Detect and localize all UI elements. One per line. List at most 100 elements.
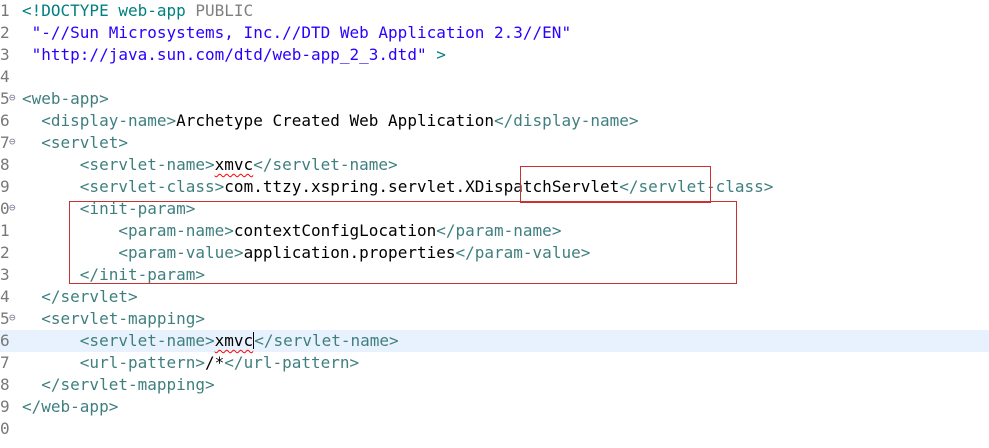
line-number: 2 xyxy=(0,23,10,42)
code-line[interactable]: 7 ⊖ <servlet> xyxy=(0,132,989,154)
code-line[interactable]: 1 <!DOCTYPE web-app PUBLIC xyxy=(0,0,989,22)
code-token: "http://java.sun.com/dtd/web-app_2_3.dtd… xyxy=(22,45,437,64)
line-number: 4 xyxy=(0,67,10,86)
fold-toggle-icon[interactable]: ⊖ xyxy=(9,198,16,218)
code-token: </web-app> xyxy=(22,397,119,416)
line-code: <display-name>Archetype Created Web Appl… xyxy=(22,110,639,132)
line-number: 8 xyxy=(0,155,10,174)
line-number: 8 xyxy=(0,375,10,394)
code-token: <servlet> xyxy=(41,133,128,152)
line-code: <servlet-name>xmvc</servlet-name> xyxy=(22,330,399,352)
code-line[interactable]: 8 <servlet-name>xmvc</servlet-name> xyxy=(0,154,989,176)
code-token: PUBLIC xyxy=(195,1,254,20)
line-code: "-//Sun Microsystems, Inc.//DTD Web Appl… xyxy=(22,22,571,44)
code-token: xmvc xyxy=(214,155,254,174)
code-line[interactable]: 6 <display-name>Archetype Created Web Ap… xyxy=(0,110,989,132)
line-number: 9 xyxy=(0,177,10,196)
code-token: </url-pattern> xyxy=(224,353,360,372)
code-token: </servlet-name> xyxy=(254,331,399,350)
code-line[interactable]: 9 <servlet-class>com.ttzy.xspring.servle… xyxy=(0,176,989,198)
code-token: /* xyxy=(205,353,225,372)
code-token: <servlet-class> xyxy=(79,177,225,196)
code-line[interactable]: 1 <param-name>contextConfigLocation</par… xyxy=(0,220,989,242)
line-code: <servlet-mapping> xyxy=(22,308,205,330)
code-line[interactable]: 5 ⊖ <servlet-mapping> xyxy=(0,308,989,330)
code-token: </servlet> xyxy=(41,287,138,306)
line-code: </web-app> xyxy=(22,396,118,418)
code-line-current[interactable]: 6 <servlet-name>xmvc</servlet-name> xyxy=(0,330,989,352)
line-code: <url-pattern>/*</url-pattern> xyxy=(22,352,359,374)
code-token: <param-name> xyxy=(118,221,234,240)
code-line[interactable]: 2 <param-value>application.properties</p… xyxy=(0,242,989,264)
code-token: <servlet-name> xyxy=(79,331,215,350)
code-token: </init-param> xyxy=(79,265,206,284)
code-token: </servlet-mapping> xyxy=(41,375,215,394)
code-token: </servlet-class> xyxy=(619,177,774,196)
code-token: Archetype Created Web Application xyxy=(176,111,495,130)
line-code: <!DOCTYPE web-app PUBLIC xyxy=(22,0,253,22)
line-number: 6 xyxy=(0,111,10,130)
code-token: <init-param> xyxy=(79,199,196,218)
line-number: 1 xyxy=(0,1,10,20)
code-token: <servlet-name> xyxy=(79,155,215,174)
code-token: contextConfigLocation xyxy=(233,221,437,240)
code-token: <web-app> xyxy=(22,89,109,108)
code-token: <display-name> xyxy=(41,111,177,130)
line-code: <servlet> xyxy=(22,132,128,154)
line-code: <init-param> xyxy=(22,198,196,220)
fold-toggle-icon[interactable]: ⊖ xyxy=(9,88,16,108)
line-code: <servlet-class>com.ttzy.xspring.servlet.… xyxy=(22,176,774,198)
code-line[interactable]: 3 "http://java.sun.com/dtd/web-app_2_3.d… xyxy=(0,44,989,66)
code-token: <servlet-mapping> xyxy=(41,309,206,328)
line-code: </init-param> xyxy=(22,264,205,286)
line-code: </servlet> xyxy=(22,286,138,308)
code-line[interactable]: 0 ⊖ <init-param> xyxy=(0,198,989,220)
line-code: <web-app> xyxy=(22,88,109,110)
code-token: <!DOCTYPE web-app xyxy=(22,1,196,20)
code-token: <param-value> xyxy=(118,243,244,262)
line-code: <param-name>contextConfigLocation</param… xyxy=(22,220,561,242)
code-line[interactable]: 0 xyxy=(0,418,989,440)
line-number: 3 xyxy=(0,45,10,64)
line-number: 9 xyxy=(0,397,10,416)
code-token: <url-pattern> xyxy=(79,353,206,372)
code-line[interactable]: 4 </servlet> xyxy=(0,286,989,308)
code-line[interactable]: 3 </init-param> xyxy=(0,264,989,286)
line-number: 2 xyxy=(0,243,10,262)
fold-toggle-icon[interactable]: ⊖ xyxy=(9,308,16,328)
code-line[interactable]: 2 "-//Sun Microsystems, Inc.//DTD Web Ap… xyxy=(0,22,989,44)
code-token: xmvc xyxy=(214,331,254,350)
line-number: 3 xyxy=(0,265,10,284)
code-token: </param-name> xyxy=(436,221,562,240)
code-line[interactable]: 5 ⊖ <web-app> xyxy=(0,88,989,110)
code-token: > xyxy=(436,45,446,64)
fold-toggle-icon[interactable]: ⊖ xyxy=(9,132,16,152)
code-line[interactable]: 9 </web-app> xyxy=(0,396,989,418)
code-token: application.properties xyxy=(243,243,456,262)
line-code: <param-value>application.properties</par… xyxy=(22,242,590,264)
code-line[interactable]: 4 xyxy=(0,66,989,88)
line-number: 6 xyxy=(0,331,10,350)
code-line[interactable]: 7 <url-pattern>/*</url-pattern> xyxy=(0,352,989,374)
line-code: "http://java.sun.com/dtd/web-app_2_3.dtd… xyxy=(22,44,446,66)
code-token: </display-name> xyxy=(494,111,639,130)
line-code: </servlet-mapping> xyxy=(22,374,215,396)
xml-editor[interactable]: 1 <!DOCTYPE web-app PUBLIC 2 "-//Sun Micro… xyxy=(0,0,989,448)
code-line[interactable]: 8 </servlet-mapping> xyxy=(0,374,989,396)
line-number: 0 xyxy=(0,419,10,438)
line-number: 4 xyxy=(0,287,10,306)
code-token: </param-value> xyxy=(455,243,591,262)
code-token: com.ttzy.xspring.servlet.XDispatchServle… xyxy=(224,177,620,196)
